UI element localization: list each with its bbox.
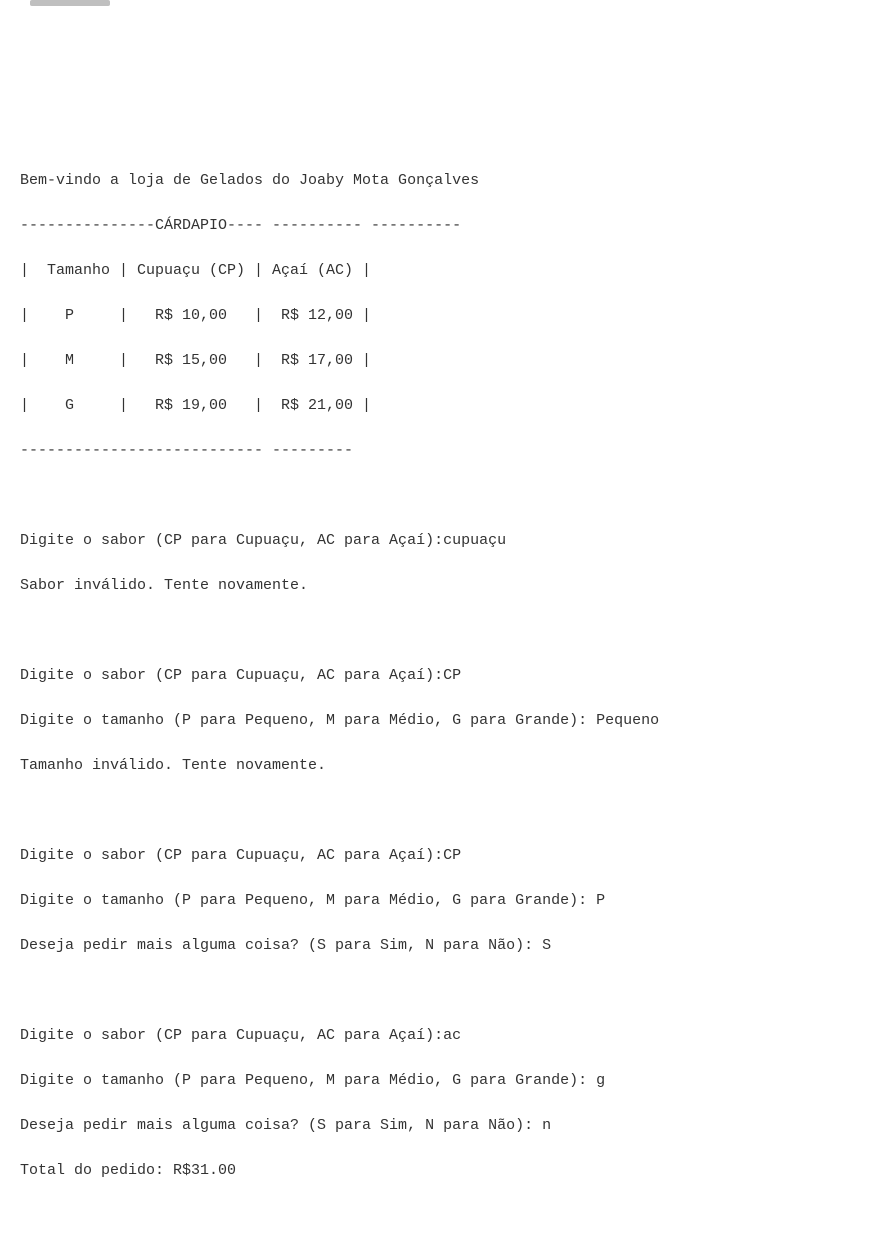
prompt-tamanho-1: Digite o tamanho (P para Pequeno, M para… — [20, 710, 854, 733]
menu-header-divider: ---------------CÁRDAPIO---- ---------- -… — [20, 215, 854, 238]
blank-line — [20, 800, 854, 823]
prompt-sabor-4: Digite o sabor (CP para Cupuaçu, AC para… — [20, 1025, 854, 1048]
prompt-tamanho-2: Digite o tamanho (P para Pequeno, M para… — [20, 890, 854, 913]
blank-line — [20, 980, 854, 1003]
error-tamanho-invalid: Tamanho inválido. Tente novamente. — [20, 755, 854, 778]
prompt-sabor-3: Digite o sabor (CP para Cupuaçu, AC para… — [20, 845, 854, 868]
menu-table-row-p: | P | R$ 10,00 | R$ 12,00 | — [20, 305, 854, 328]
menu-table-row-m: | M | R$ 15,00 | R$ 17,00 | — [20, 350, 854, 373]
menu-table-header: | Tamanho | Cupuaçu (CP) | Açaí (AC) | — [20, 260, 854, 283]
menu-footer-divider: --------------------------- --------- — [20, 440, 854, 463]
blank-line — [20, 620, 854, 643]
total-line: Total do pedido: R$31.00 — [20, 1160, 854, 1183]
blank-line — [20, 485, 854, 508]
menu-table-row-g: | G | R$ 19,00 | R$ 21,00 | — [20, 395, 854, 418]
welcome-line: Bem-vindo a loja de Gelados do Joaby Mot… — [20, 170, 854, 193]
prompt-sabor-2: Digite o sabor (CP para Cupuaçu, AC para… — [20, 665, 854, 688]
prompt-tamanho-3: Digite o tamanho (P para Pequeno, M para… — [20, 1070, 854, 1093]
prompt-sabor-1: Digite o sabor (CP para Cupuaçu, AC para… — [20, 530, 854, 553]
terminal-output-area: Bem-vindo a loja de Gelados do Joaby Mot… — [20, 147, 854, 1205]
prompt-more-2: Deseja pedir mais alguma coisa? (S para … — [20, 1115, 854, 1138]
scrollbar-thumb[interactable] — [30, 0, 110, 6]
error-sabor-invalid: Sabor inválido. Tente novamente. — [20, 575, 854, 598]
prompt-more-1: Deseja pedir mais alguma coisa? (S para … — [20, 935, 854, 958]
